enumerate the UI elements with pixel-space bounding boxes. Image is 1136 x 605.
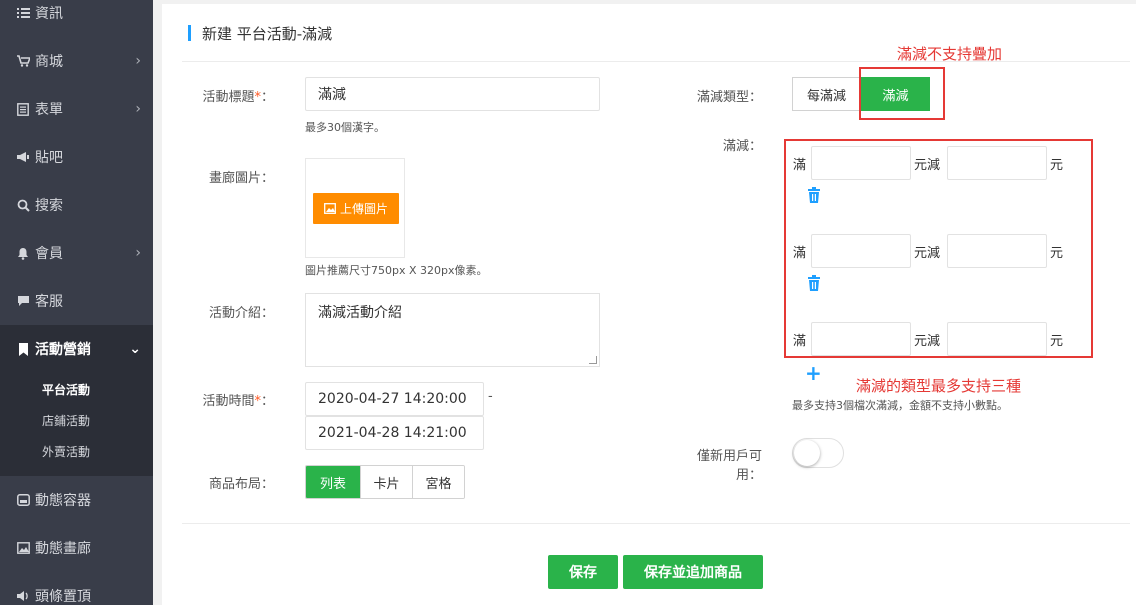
annotation-no-stack: 滿減不支持疊加 [897,45,1003,63]
bookmark-icon [16,342,30,356]
type-option-every[interactable]: 每滿減 [792,77,861,111]
sidebar-item-info[interactable]: 資訊 [0,0,153,37]
sidebar-item-form[interactable]: 表單 › [0,85,153,133]
sidebar-subitem-store[interactable]: 店鋪活動 [42,412,90,429]
sidebar-item-service[interactable]: 客服 [0,277,153,325]
page-title: 新建 平台活動-滿減 [188,24,333,43]
sidebar-item-label: 活動營銷 [35,342,91,358]
image-icon [324,203,336,214]
sidebar-item-label: 商城 [35,54,63,70]
main-panel: 新建 平台活動-滿減 活動標題*： 滿減 最多30個漢字。 畫廊圖片： 上傳圖片… [162,4,1136,605]
gallery-label: 畫廊圖片： [208,171,274,186]
sidebar-subitem-platform[interactable]: 平台活動 [42,381,90,398]
layout-selector: 列表 卡片 宮格 [305,465,465,499]
sidebar-item-label: 資訊 [35,6,63,22]
sidebar-item-gallery[interactable]: 動態畫廊 [0,524,153,572]
time-separator: - [488,389,493,404]
sidebar-item-marketing[interactable]: 活動營銷 ⌄ [0,325,153,373]
divider [182,523,1130,524]
upload-image-button[interactable]: 上傳圖片 [313,193,399,224]
sidebar-subitem-takeout[interactable]: 外賣活動 [42,443,90,460]
chevron-right-icon: › [135,53,141,69]
chevron-right-icon: › [135,245,141,261]
intro-text: 滿減活動介紹 [318,305,402,321]
sidebar-item-label: 會員 [35,246,63,262]
sidebar-item-label: 動態畫廊 [35,541,91,557]
speaker-icon [16,589,30,603]
add-tier-icon[interactable]: + [805,363,822,383]
sidebar: 資訊 商城 › 表單 › 貼吧 搜索 會員 › 客服 活動營銷 ⌄ 平台活動 店… [0,0,153,605]
annotation-box-tiers [784,139,1093,358]
page-title-text: 新建 平台活動-滿減 [202,24,333,43]
tiers-label: 滿減： [722,139,762,154]
layout-option-grid[interactable]: 宮格 [412,466,464,498]
megaphone-icon [16,150,30,164]
sidebar-item-label: 貼吧 [35,150,63,166]
title-input[interactable]: 滿減 [305,77,600,111]
image-size-hint: 圖片推薦尺寸750px X 320px像素。 [305,264,488,277]
title-accent-bar [188,25,191,41]
sidebar-submenu: 平台活動 店鋪活動 外賣活動 [0,372,153,476]
annotation-max-three: 滿減的類型最多支持三種 [856,377,1022,395]
title-label: 活動標題*： [202,90,274,105]
search-icon [16,198,30,212]
sidebar-item-forum[interactable]: 貼吧 [0,133,153,181]
type-label: 滿減類型： [696,90,762,105]
sidebar-item-label: 表單 [35,102,63,118]
layout-option-list[interactable]: 列表 [306,466,360,498]
title-hint: 最多30個漢字。 [305,121,385,134]
sidebar-item-mall[interactable]: 商城 › [0,37,153,85]
image-upload-area[interactable]: 上傳圖片 [305,158,405,258]
chevron-right-icon: › [135,101,141,117]
new-user-label: 僅新用戶可 用： [696,449,762,483]
chat-icon [16,294,30,308]
new-user-toggle[interactable] [792,438,844,468]
annotation-box-type [859,67,945,120]
layout-option-card[interactable]: 卡片 [360,466,412,498]
sidebar-item-label: 搜索 [35,198,63,214]
time-label: 活動時間*： [202,394,274,409]
layout-label: 商品布局： [208,477,274,492]
upload-button-label: 上傳圖片 [339,202,388,216]
end-time-input[interactable]: 2021-04-28 14:21:00 [305,416,484,450]
tiers-hint: 最多支持3個檔次滿減，金額不支持小數點。 [792,399,1008,412]
sidebar-item-member[interactable]: 會員 › [0,229,153,277]
save-and-add-button[interactable]: 保存並追加商品 [623,555,763,589]
intro-label: 活動介紹： [208,306,274,321]
sidebar-item-container[interactable]: 動態容器 [0,476,153,524]
toggle-knob [794,440,820,466]
start-time-input[interactable]: 2020-04-27 14:20:00 [305,382,484,416]
sidebar-item-label: 頭條置頂 [35,589,91,605]
image-icon [16,541,30,555]
container-icon [16,493,30,507]
sidebar-item-label: 客服 [35,294,63,310]
cart-icon [16,54,30,68]
resize-handle[interactable] [589,356,597,364]
sidebar-item-search[interactable]: 搜索 [0,181,153,229]
sidebar-item-headline[interactable]: 頭條置頂 [0,572,153,605]
save-button[interactable]: 保存 [548,555,618,589]
intro-textarea[interactable]: 滿減活動介紹 [305,293,600,367]
list-icon [16,6,30,20]
form-icon [16,102,30,116]
chevron-down-icon: ⌄ [129,341,141,357]
bell-icon [16,246,30,260]
sidebar-item-label: 動態容器 [35,493,91,509]
